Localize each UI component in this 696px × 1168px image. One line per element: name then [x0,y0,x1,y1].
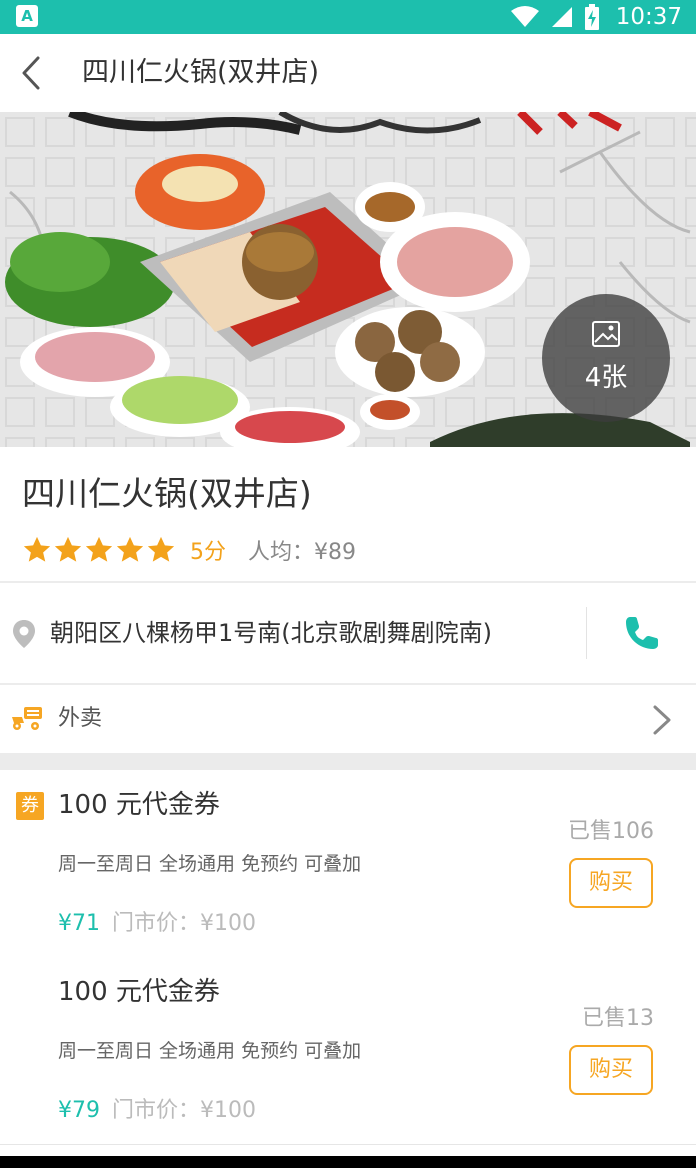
star-icon [116,536,144,562]
wifi-icon: x [511,6,539,29]
buy-button[interactable]: 购买 [569,1045,653,1095]
section-gap [0,753,696,770]
back-button[interactable] [14,54,50,92]
shop-name: 四川仁火锅(双井店) [22,474,312,513]
svg-text:x: x [529,20,535,29]
shop-hero-image[interactable]: 4张 [0,112,696,447]
app-notification-icon: A [16,5,38,27]
battery-charging-icon [585,4,599,30]
delivery-row[interactable]: 外卖 [0,685,696,753]
rating-score: 5分 [190,540,226,565]
deal-terms: 周一至周日 全场通用 免预约 可叠加 [58,1040,362,1062]
vertical-divider [586,607,587,659]
location-pin-icon [13,620,35,648]
star-icon [85,536,113,562]
star-icon [147,536,175,562]
system-nav-bar [0,1156,696,1168]
deal-sold-count: 已售106 [568,819,654,844]
star-rating [22,535,176,565]
star-icon [23,536,51,562]
deal-item[interactable]: 券 100 元代金券 周一至周日 全场通用 免预约 可叠加 ¥71 门市价：¥1… [0,770,696,958]
deal-price: ¥79 [58,1098,100,1123]
deal-title: 100 元代金券 [58,790,220,820]
page-title: 四川仁火锅(双井店) [82,57,320,88]
toolbar: 四川仁火锅(双井店) [0,34,696,112]
delivery-scooter-icon [12,707,42,730]
shop-address: 朝阳区八棵杨甲1号南(北京歌剧舞剧院南) [50,619,492,647]
status-icons: x [510,4,600,30]
rating-row: 5分 人均：¥89 [22,533,356,567]
chevron-right-icon [653,705,671,735]
signal-icon [552,7,572,27]
average-price: 人均：¥89 [248,540,356,565]
deal-title: 100 元代金券 [58,977,220,1007]
coupon-tag-icon: 券 [16,792,44,820]
photo-count-badge[interactable]: 4张 [542,294,670,422]
deal-item[interactable]: 100 元代金券 周一至周日 全场通用 免预约 可叠加 ¥79 门市价：¥100… [0,957,696,1145]
deal-sold-count: 已售13 [582,1006,654,1031]
buy-button[interactable]: 购买 [569,858,653,908]
phone-icon[interactable] [622,613,662,653]
divider [0,1144,696,1145]
address-row[interactable]: 朝阳区八棵杨甲1号南(北京歌剧舞剧院南) [0,583,696,683]
status-bar: A x 10:37 [0,0,696,34]
star-icon [54,536,82,562]
deal-price: ¥71 [58,911,100,936]
delivery-label: 外卖 [58,706,103,731]
status-time: 10:37 [615,4,682,30]
deal-original-price: 门市价：¥100 [112,911,256,936]
deal-original-price: 门市价：¥100 [112,1098,256,1123]
image-icon [592,321,620,347]
deal-terms: 周一至周日 全场通用 免预约 可叠加 [58,853,362,875]
photo-count: 4张 [584,363,628,393]
